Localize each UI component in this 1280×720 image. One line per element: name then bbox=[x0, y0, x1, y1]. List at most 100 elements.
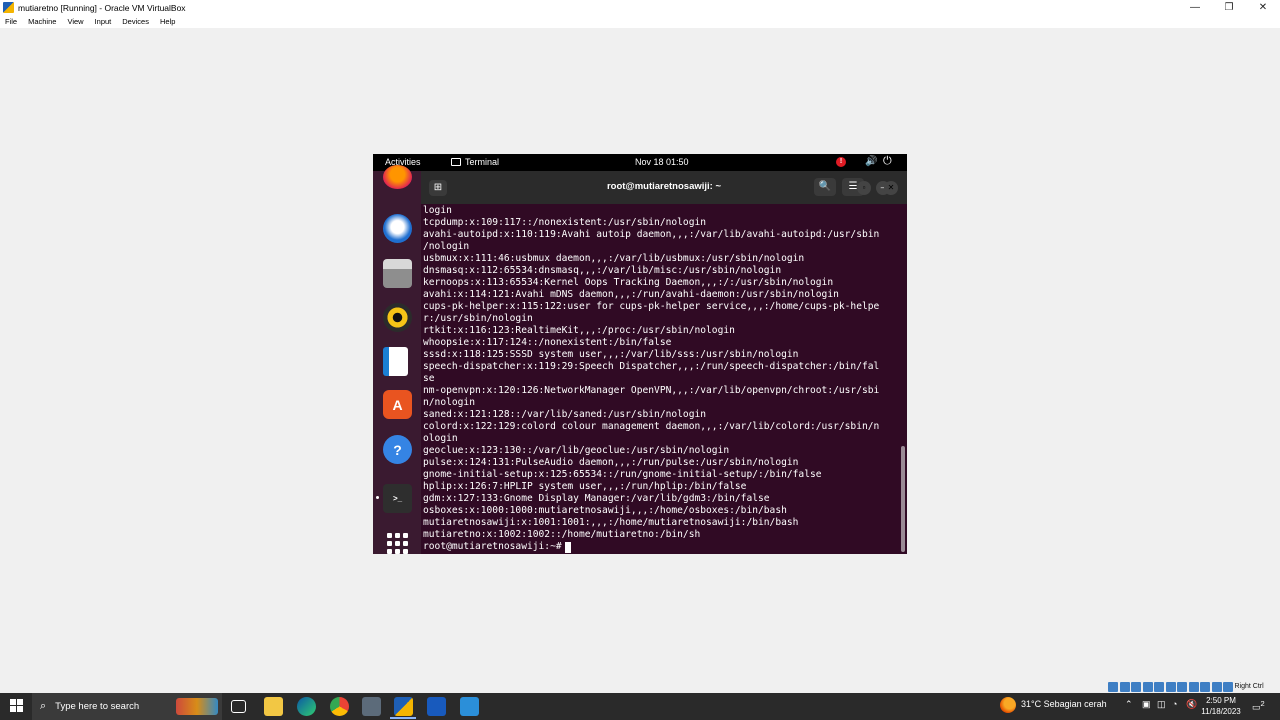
notification-count: 2 bbox=[1260, 699, 1265, 708]
terminal-scrollbar[interactable] bbox=[901, 446, 905, 552]
host-menubar: File Machine View Input Devices Help bbox=[0, 15, 1280, 28]
terminal-line: hplip:x:126:7:HPLIP system user,,,:/run/… bbox=[423, 481, 747, 492]
taskbar-clock[interactable]: 2:50 PM 11/18/2023 bbox=[1195, 695, 1247, 717]
terminal-line: /nologin bbox=[423, 241, 470, 252]
volume-icon[interactable]: 🔊 bbox=[865, 156, 877, 167]
cpu-icon[interactable] bbox=[1200, 681, 1210, 692]
menu-input[interactable]: Input bbox=[95, 17, 112, 26]
terminal-maximize-button[interactable]: ▫ bbox=[857, 181, 871, 195]
wifi-icon[interactable]: ◔ bbox=[1172, 699, 1177, 709]
terminal-line: saned:x:121:128::/var/lib/saned:/usr/sbi… bbox=[423, 409, 707, 420]
close-button[interactable]: ✕ bbox=[1246, 0, 1280, 15]
chrome-icon[interactable] bbox=[330, 697, 349, 716]
menu-help[interactable]: Help bbox=[160, 17, 175, 26]
storage-icon[interactable] bbox=[1108, 681, 1118, 692]
terminal-line: geoclue:x:123:130::/var/lib/geoclue:/usr… bbox=[423, 445, 730, 456]
tray-chevron-icon[interactable]: ⌃ bbox=[1125, 699, 1133, 710]
menu-machine[interactable]: Machine bbox=[28, 17, 56, 26]
alert-icon[interactable]: ! bbox=[836, 157, 846, 167]
mouse-integration-icon[interactable] bbox=[1211, 681, 1222, 692]
usb-icon[interactable] bbox=[1154, 681, 1164, 692]
ubuntu-dock: A ? >_ bbox=[373, 165, 421, 554]
app-grid-dots bbox=[387, 533, 408, 554]
terminal-headerbar: ⊞ root@mutiaretnosawiji: ~ 🔍 ☰ – bbox=[421, 171, 907, 204]
terminal-line: nm-openvpn:x:120:126:NetworkManager Open… bbox=[423, 385, 880, 396]
active-app-indicator bbox=[390, 717, 416, 719]
terminal-line: se bbox=[423, 373, 435, 384]
network-icon[interactable] bbox=[1142, 681, 1153, 692]
task-view-icon[interactable] bbox=[231, 700, 246, 713]
terminal-line: pulse:x:124:131:PulseAudio daemon,,,:/ru… bbox=[423, 457, 799, 468]
guest-clock[interactable]: Nov 18 01:50 bbox=[635, 157, 689, 167]
windows-start-icon[interactable] bbox=[10, 699, 23, 712]
terminal-line: usbmux:x:111:46:usbmux daemon,,,:/var/li… bbox=[423, 253, 805, 264]
edge-icon[interactable] bbox=[297, 697, 316, 716]
clock-time: 2:50 PM bbox=[1206, 696, 1236, 705]
clock-date: 11/18/2023 bbox=[1201, 707, 1241, 716]
taskbar-search-box[interactable]: ⌕ Type here to search bbox=[32, 693, 222, 720]
terminal-line: cups-pk-helper:x:115:122:user for cups-p… bbox=[423, 301, 880, 312]
terminal-line: mutiaretno:x:1002:1002::/home/mutiaretno… bbox=[423, 529, 701, 540]
terminal-line: avahi:x:114:121:Avahi mDNS daemon,,,:/ru… bbox=[423, 289, 839, 300]
audio-icon[interactable] bbox=[1131, 681, 1141, 692]
file-explorer-icon[interactable] bbox=[264, 697, 283, 716]
terminal-line: whoopsie:x:117:124::/nonexistent:/bin/fa… bbox=[423, 337, 672, 348]
virtualbox-icon bbox=[3, 2, 14, 13]
word-icon[interactable] bbox=[427, 697, 446, 716]
minimize-button[interactable]: — bbox=[1178, 0, 1212, 15]
terminal-line: gdm:x:127:133:Gnome Display Manager:/var… bbox=[423, 493, 770, 504]
terminal-body[interactable]: login tcpdump:x:109:117::/nonexistent:/us… bbox=[421, 204, 907, 554]
window-title: mutiaretno [Running] - Oracle VM Virtual… bbox=[18, 2, 186, 13]
terminal-line: tcpdump:x:109:117::/nonexistent:/usr/sbi… bbox=[423, 217, 707, 228]
terminal-line: n/nologin bbox=[423, 397, 475, 408]
terminal-line: colord:x:122:129:colord colour managemen… bbox=[423, 421, 880, 432]
rhythmbox-icon[interactable] bbox=[383, 303, 412, 332]
tray-app-icon[interactable]: ▣ bbox=[1142, 699, 1151, 710]
recording-icon[interactable] bbox=[1188, 681, 1199, 692]
host-titlebar: mutiaretno [Running] - Oracle VM Virtual… bbox=[0, 0, 1280, 15]
prompt-line[interactable]: root@mutiaretnosawiji:~# bbox=[423, 541, 571, 553]
restore-button[interactable]: ❐ bbox=[1212, 0, 1246, 15]
shared-folder-icon[interactable] bbox=[1165, 681, 1176, 692]
menu-view[interactable]: View bbox=[67, 17, 83, 26]
show-apps-icon[interactable] bbox=[383, 529, 412, 554]
app-menu-label: Terminal bbox=[465, 157, 500, 167]
search-placeholder: Type here to search bbox=[55, 701, 140, 712]
weather-text[interactable]: 31°C Sebagian cerah bbox=[1021, 699, 1107, 709]
notifications-icon[interactable]: ▭2 bbox=[1252, 699, 1265, 713]
cube-app-icon[interactable] bbox=[362, 697, 381, 716]
terminal-close-button[interactable]: ✕ bbox=[884, 181, 898, 195]
paint-app-icon[interactable] bbox=[460, 697, 479, 716]
vm-display[interactable]: Activities Terminal Nov 18 01:50 ! 🔊 ⏻ A… bbox=[373, 154, 907, 554]
terminal-line: gnome-initial-setup:x:125:65534::/run/gn… bbox=[423, 469, 822, 480]
terminal-line: speech-dispatcher:x:119:29:Speech Dispat… bbox=[423, 361, 880, 372]
libreoffice-writer-icon[interactable] bbox=[383, 347, 408, 376]
power-icon[interactable]: ⏻ bbox=[883, 155, 892, 168]
vbox-status-bar: Right Ctrl bbox=[1108, 681, 1264, 692]
thunderbird-icon[interactable] bbox=[383, 214, 412, 243]
terminal-icon[interactable]: >_ bbox=[383, 484, 412, 513]
display-icon[interactable] bbox=[1177, 681, 1187, 692]
terminal-output: login tcpdump:x:109:117::/nonexistent:/us… bbox=[423, 205, 879, 541]
new-tab-button[interactable]: ⊞ bbox=[429, 180, 447, 196]
app-menu-terminal[interactable]: Terminal bbox=[451, 157, 499, 167]
terminal-line: mutiaretnosawiji:x:1001:1001:,,,:/home/m… bbox=[423, 517, 799, 528]
search-button[interactable]: 🔍 bbox=[814, 178, 836, 196]
terminal-line: r:/usr/sbin/nologin bbox=[423, 313, 533, 324]
terminal-line: dnsmasq:x:112:65534:dnsmasq,,,:/var/lib/… bbox=[423, 265, 782, 276]
virtualbox-taskbar-icon[interactable] bbox=[394, 697, 413, 716]
windows-taskbar: ⌕ Type here to search 31°C Sebagian cera… bbox=[0, 693, 1280, 720]
files-icon[interactable] bbox=[383, 259, 412, 288]
search-highlight-icon bbox=[176, 698, 218, 715]
menu-devices[interactable]: Devices bbox=[122, 17, 149, 26]
network-tray-icon[interactable]: ◫ bbox=[1157, 699, 1166, 710]
firefox-icon[interactable] bbox=[383, 165, 412, 189]
help-icon[interactable]: ? bbox=[383, 435, 412, 464]
terminal-line: ologin bbox=[423, 433, 458, 444]
menu-file[interactable]: File bbox=[5, 17, 17, 26]
optical-drive-icon[interactable] bbox=[1119, 681, 1130, 692]
ubuntu-software-icon[interactable]: A bbox=[383, 390, 412, 419]
weather-icon[interactable] bbox=[1000, 697, 1016, 713]
keyboard-capture-icon[interactable] bbox=[1223, 681, 1233, 692]
gnome-topbar: Activities Terminal Nov 18 01:50 ! 🔊 ⏻ bbox=[373, 154, 907, 171]
